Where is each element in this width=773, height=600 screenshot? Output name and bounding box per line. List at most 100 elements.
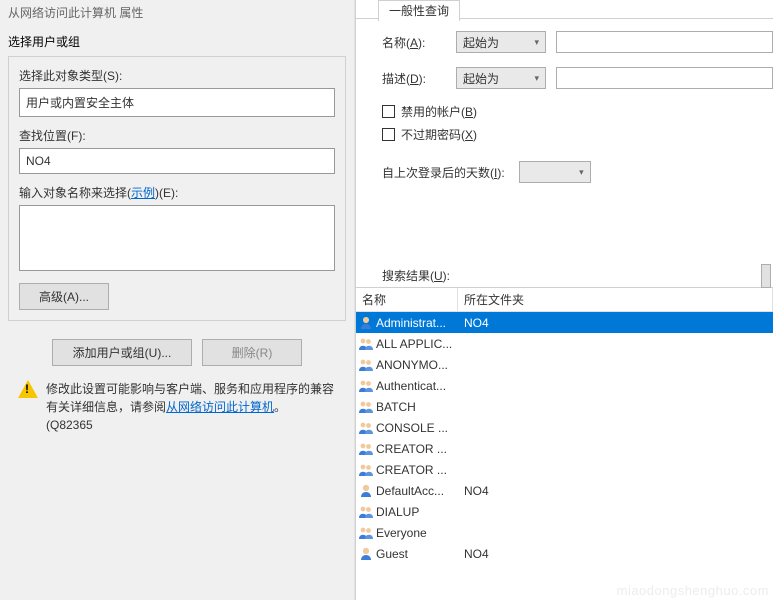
name-input[interactable] xyxy=(556,31,773,53)
side-button[interactable] xyxy=(761,264,771,288)
days-combo[interactable]: ▾ xyxy=(519,161,591,183)
warn-line1: 修改此设置可能影响与客户端、服务和应用程序的兼容 xyxy=(46,382,334,396)
tab-general-query[interactable]: 一般性查询 xyxy=(378,0,460,21)
warning-row: 修改此设置可能影响与客户端、服务和应用程序的兼容 有关详细信息，请参阅从网络访问… xyxy=(18,380,336,434)
cell-name: Everyone xyxy=(358,525,462,541)
properties-dialog: 从网络访问此计算机 属性 选择用户或组 选择此对象类型(S): 用户或内置安全主… xyxy=(0,0,355,600)
table-row[interactable]: Administrat... NO4 xyxy=(356,312,773,333)
warning-icon xyxy=(18,380,38,434)
group-icon xyxy=(358,462,374,478)
col-folder[interactable]: 所在文件夹 xyxy=(458,288,773,311)
group-icon xyxy=(358,441,374,457)
group-icon xyxy=(358,399,374,415)
names-label-prefix: 输入对象名称来选择( xyxy=(19,186,131,200)
row-name-text: CREATOR ... xyxy=(376,442,447,456)
row-name-text: CREATOR ... xyxy=(376,463,447,477)
cell-name: DIALUP xyxy=(358,504,462,520)
cell-name: Guest xyxy=(358,546,462,562)
user-icon xyxy=(358,315,374,331)
nonexpire-password-label: 不过期密码(X) xyxy=(401,126,477,143)
table-header: 名称 所在文件夹 xyxy=(356,288,773,312)
cell-folder: NO4 xyxy=(462,547,773,561)
desc-input[interactable] xyxy=(556,67,773,89)
group-icon xyxy=(358,504,374,520)
cell-folder: NO4 xyxy=(462,484,773,498)
row-name-text: Guest xyxy=(376,547,408,561)
object-names-input[interactable] xyxy=(19,205,335,271)
user-icon xyxy=(358,483,374,499)
col-name[interactable]: 名称 xyxy=(356,288,458,311)
cell-name: BATCH xyxy=(358,399,462,415)
table-row[interactable]: CONSOLE ... xyxy=(356,417,773,438)
row-name-text: CONSOLE ... xyxy=(376,421,448,435)
row-name-text: DefaultAcc... xyxy=(376,484,444,498)
group-icon xyxy=(358,525,374,541)
row-name-text: ANONYMO... xyxy=(376,358,448,372)
desc-label: 描述(D): xyxy=(382,70,452,87)
cell-folder: NO4 xyxy=(462,316,773,330)
advanced-button[interactable]: 高级(A)... xyxy=(19,283,109,310)
select-user-group-box: 选择此对象类型(S): 用户或内置安全主体 查找位置(F): NO4 输入对象名… xyxy=(8,56,346,321)
cell-name: Authenticat... xyxy=(358,378,462,394)
row-name-text: Administrat... xyxy=(376,316,446,330)
row-name-text: Authenticat... xyxy=(376,379,446,393)
table-row[interactable]: DIALUP xyxy=(356,501,773,522)
cell-name: ALL APPLIC... xyxy=(358,336,462,352)
table-row[interactable]: BATCH xyxy=(356,396,773,417)
chevron-down-icon: ▾ xyxy=(534,73,539,84)
table-body: Administrat...NO4ALL APPLIC...ANONYMO...… xyxy=(356,312,773,564)
days-since-login-label: 自上次登录后的天数(I): xyxy=(382,164,505,181)
user-icon xyxy=(358,546,374,562)
object-names-label: 输入对象名称来选择(示例)(E): xyxy=(19,184,335,201)
remove-button[interactable]: 删除(R) xyxy=(202,339,302,366)
cell-name: Administrat... xyxy=(358,315,462,331)
name-combo-value: 起始为 xyxy=(463,34,499,51)
row-name-text: Everyone xyxy=(376,526,427,540)
table-row[interactable]: ALL APPLIC... xyxy=(356,333,773,354)
cell-name: DefaultAcc... xyxy=(358,483,462,499)
name-label: 名称(A): xyxy=(382,34,452,51)
table-row[interactable]: Authenticat... xyxy=(356,375,773,396)
warn-line2-prefix: 有关详细信息，请参阅 xyxy=(46,400,166,414)
query-form: 名称(A): 起始为 ▾ 描述(D): 起始为 ▾ 禁用的帐户(B) 不过期密码(X… xyxy=(356,18,773,183)
disabled-accounts-label: 禁用的帐户(B) xyxy=(401,103,477,120)
group-icon xyxy=(358,357,374,373)
cell-name: ANONYMO... xyxy=(358,357,462,373)
group-icon xyxy=(358,378,374,394)
table-row[interactable]: DefaultAcc... NO4 xyxy=(356,480,773,501)
search-panel: 一般性查询 名称(A): 起始为 ▾ 描述(D): 起始为 ▾ 禁用的帐户(B) 不… xyxy=(355,0,773,600)
table-row[interactable]: Everyone xyxy=(356,522,773,543)
dialog-title: 从网络访问此计算机 属性 xyxy=(0,0,354,25)
warn-link[interactable]: 从网络访问此计算机 xyxy=(166,400,274,414)
table-row[interactable]: ANONYMO... xyxy=(356,354,773,375)
object-type-label: 选择此对象类型(S): xyxy=(19,67,335,84)
group-icon xyxy=(358,336,374,352)
row-name-text: DIALUP xyxy=(376,505,419,519)
desc-combo-value: 起始为 xyxy=(463,70,499,87)
warning-text: 修改此设置可能影响与客户端、服务和应用程序的兼容 有关详细信息，请参阅从网络访问… xyxy=(46,380,336,434)
chevron-down-icon: ▾ xyxy=(534,37,539,48)
name-match-combo[interactable]: 起始为 ▾ xyxy=(456,31,546,53)
row-name-text: BATCH xyxy=(376,400,416,414)
location-field[interactable]: NO4 xyxy=(19,148,335,174)
cell-name: CREATOR ... xyxy=(358,441,462,457)
tab-header: 一般性查询 xyxy=(356,0,773,18)
groupbox-title: 选择用户或组 xyxy=(8,33,346,50)
table-row[interactable]: CREATOR ... xyxy=(356,438,773,459)
cell-name: CREATOR ... xyxy=(358,462,462,478)
names-label-suffix: )(E): xyxy=(155,186,178,200)
cell-name: CONSOLE ... xyxy=(358,420,462,436)
results-label: 搜索结果(U): xyxy=(382,267,773,284)
desc-match-combo[interactable]: 起始为 ▾ xyxy=(456,67,546,89)
table-row[interactable]: Guest NO4 xyxy=(356,543,773,564)
location-label: 查找位置(F): xyxy=(19,127,335,144)
example-link[interactable]: 示例 xyxy=(131,186,155,200)
disabled-accounts-checkbox[interactable] xyxy=(382,105,395,118)
group-icon xyxy=(358,420,374,436)
nonexpire-password-checkbox[interactable] xyxy=(382,128,395,141)
object-type-field[interactable]: 用户或内置安全主体 xyxy=(19,88,335,117)
add-user-group-button[interactable]: 添加用户或组(U)... xyxy=(52,339,192,366)
table-row[interactable]: CREATOR ... xyxy=(356,459,773,480)
results-table: 名称 所在文件夹 Administrat...NO4ALL APPLIC...A… xyxy=(356,287,773,564)
chevron-down-icon: ▾ xyxy=(579,167,584,178)
